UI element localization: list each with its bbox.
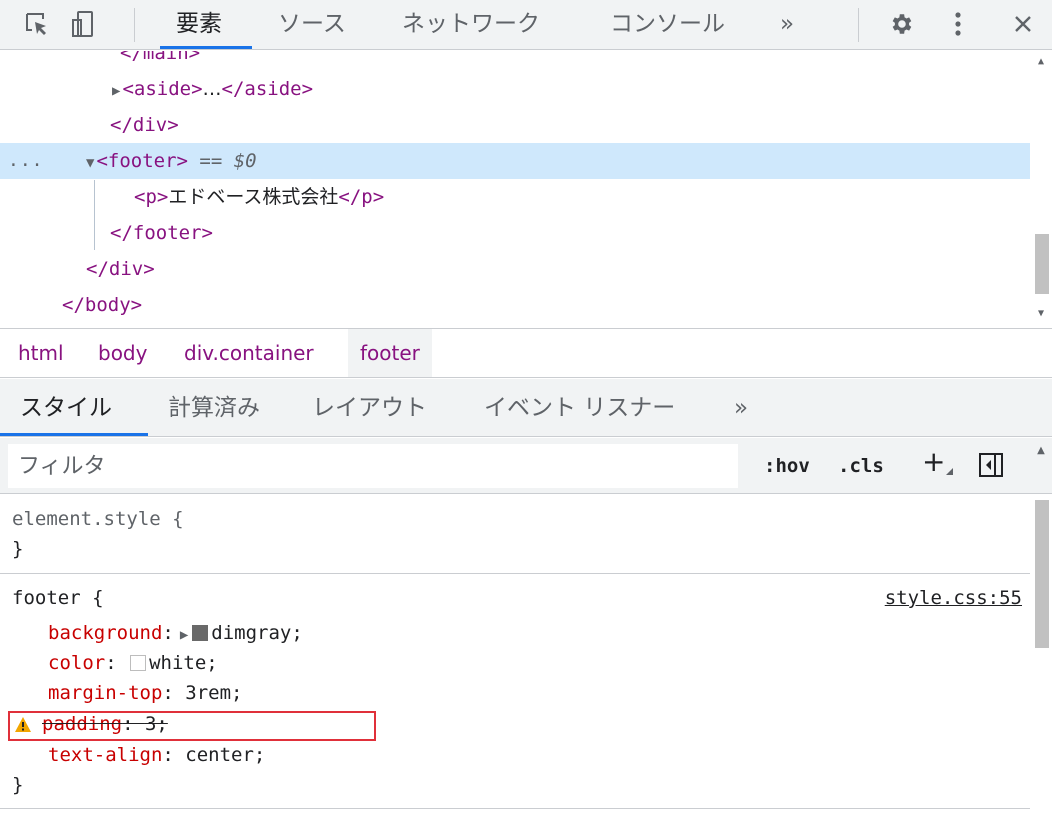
- prop-background[interactable]: background: ▶ dimgray;: [48, 618, 303, 648]
- more-subtabs-button[interactable]: »: [734, 379, 748, 437]
- tag-text: <p>: [134, 186, 169, 208]
- color-swatch[interactable]: [192, 625, 209, 641]
- class-toggle[interactable]: .cls: [838, 448, 884, 484]
- styles-filter-bar: :hov .cls + ▲: [0, 438, 1052, 494]
- tab-event-listeners[interactable]: イベント リスナー: [484, 379, 675, 437]
- hover-state-toggle[interactable]: :hov: [764, 448, 810, 484]
- dom-tree: </main> ▶ <aside>…</aside> </div> ... ▼ <f…: [0, 51, 1052, 327]
- new-rule-dropdown-icon[interactable]: [946, 468, 953, 475]
- dom-node-aside[interactable]: ▶ <aside>…</aside>: [0, 71, 1030, 107]
- selector-text: element.style {: [12, 508, 184, 530]
- node-actions-dots[interactable]: ...: [8, 143, 44, 179]
- prop-color[interactable]: color: white;: [48, 648, 218, 678]
- brace-text: }: [12, 774, 24, 796]
- prop-text-align[interactable]: text-align: center;: [48, 740, 265, 770]
- invalid-property-highlight-box: [8, 711, 376, 741]
- styles-scrollbar-thumb[interactable]: [1035, 500, 1049, 648]
- dom-node-footer-selected[interactable]: ... ▼ <footer> == $0: [0, 143, 1030, 179]
- toolbar-separator: [134, 8, 135, 42]
- property-value: center;: [185, 744, 266, 766]
- styles-subtabs: スタイル 計算済み レイアウト イベント リスナー »: [0, 379, 1052, 437]
- breadcrumb-item-div-container[interactable]: div.container: [184, 329, 314, 377]
- property-name: margin-top: [48, 682, 163, 704]
- dom-node-div-close[interactable]: </div>: [0, 107, 1030, 143]
- selector-text: footer {: [12, 587, 104, 609]
- footer-rule-selector[interactable]: footer {: [12, 583, 104, 613]
- property-name: background: [48, 622, 163, 644]
- tab-network[interactable]: ネットワーク: [402, 0, 540, 50]
- tag-text: </div>: [110, 114, 179, 136]
- active-tab-indicator: [160, 46, 252, 49]
- toggle-sidebar-icon[interactable]: [978, 452, 1004, 478]
- settings-gear-icon[interactable]: [884, 5, 918, 43]
- filter-input[interactable]: [8, 444, 738, 488]
- rule-close-brace: }: [12, 534, 23, 564]
- tab-elements[interactable]: 要素: [176, 0, 222, 50]
- breadcrumb-item-body[interactable]: body: [98, 329, 147, 377]
- dom-node-body-close[interactable]: </body>: [0, 287, 1030, 323]
- tag-text: </footer>: [110, 222, 213, 244]
- tab-layout[interactable]: レイアウト: [312, 379, 427, 437]
- color-swatch[interactable]: [130, 655, 147, 671]
- collapse-triangle-icon[interactable]: ▼: [86, 155, 94, 171]
- rule-close-brace: }: [12, 770, 23, 800]
- more-vert-icon[interactable]: [944, 5, 972, 43]
- property-name: color: [48, 652, 106, 674]
- tag-text: <footer>: [96, 150, 188, 172]
- inspect-element-icon[interactable]: [20, 5, 54, 43]
- brace-text: }: [12, 538, 24, 560]
- tab-console[interactable]: コンソール: [610, 0, 725, 50]
- stylesheet-source-link[interactable]: style.css:55: [885, 583, 1022, 613]
- prop-margin-top[interactable]: margin-top: 3rem;: [48, 678, 242, 708]
- tag-text: <aside>: [122, 78, 203, 100]
- dom-scrollbar-thumb[interactable]: [1035, 234, 1049, 294]
- property-value: 3rem;: [185, 682, 243, 704]
- breadcrumb: html body div.container footer: [0, 328, 1052, 378]
- rule-divider: [0, 573, 1030, 574]
- devtools-toolbar: 要素 ソース ネットワーク コンソール »: [0, 0, 1052, 50]
- dom-node-main-close[interactable]: </main>: [0, 51, 1030, 71]
- collapsed-ellipsis: …: [202, 78, 222, 100]
- indent-guide: [94, 180, 95, 250]
- toolbar-separator: [858, 8, 859, 42]
- active-subtab-indicator: [0, 433, 148, 436]
- device-toolbar-icon[interactable]: [66, 5, 100, 43]
- tag-text: </aside>: [221, 78, 314, 100]
- expand-triangle-icon[interactable]: ▶: [112, 83, 120, 99]
- dom-node-div-close[interactable]: </div>: [0, 251, 1030, 287]
- styles-pane: element.style { } footer { style.css:55 …: [0, 495, 1030, 814]
- property-name: text-align: [48, 744, 163, 766]
- breadcrumb-item-html[interactable]: html: [18, 329, 64, 377]
- breadcrumb-item-footer[interactable]: footer: [348, 329, 432, 377]
- element-style-selector[interactable]: element.style {: [12, 504, 184, 534]
- scroll-down-arrow-icon[interactable]: ▼: [1034, 307, 1048, 321]
- more-tabs-button[interactable]: »: [780, 0, 794, 50]
- tag-text: </p>: [338, 186, 385, 208]
- scroll-up-arrow-icon[interactable]: ▲: [1034, 55, 1048, 69]
- close-icon[interactable]: [1006, 5, 1040, 43]
- tab-computed[interactable]: 計算済み: [168, 379, 260, 437]
- tab-styles[interactable]: スタイル: [20, 379, 112, 437]
- tab-sources[interactable]: ソース: [278, 0, 346, 50]
- property-value: dimgray;: [211, 622, 303, 644]
- node-text-content: エドベース株式会社: [168, 186, 339, 208]
- new-style-rule-button[interactable]: +: [922, 444, 945, 480]
- property-value: white;: [149, 652, 218, 674]
- styles-scroll-up-arrow-icon[interactable]: ▲: [1034, 444, 1048, 458]
- expand-shorthand-triangle-icon[interactable]: ▶: [180, 627, 188, 643]
- rule-divider: [0, 808, 1030, 809]
- selected-node-marker: == $0: [199, 150, 257, 172]
- dom-node-p[interactable]: <p>エドベース株式会社</p>: [0, 179, 1030, 215]
- tag-text: </div>: [86, 258, 155, 280]
- dom-node-footer-close[interactable]: </footer>: [0, 215, 1030, 251]
- tag-text: </main>: [120, 51, 201, 64]
- tag-text: </body>: [62, 294, 143, 316]
